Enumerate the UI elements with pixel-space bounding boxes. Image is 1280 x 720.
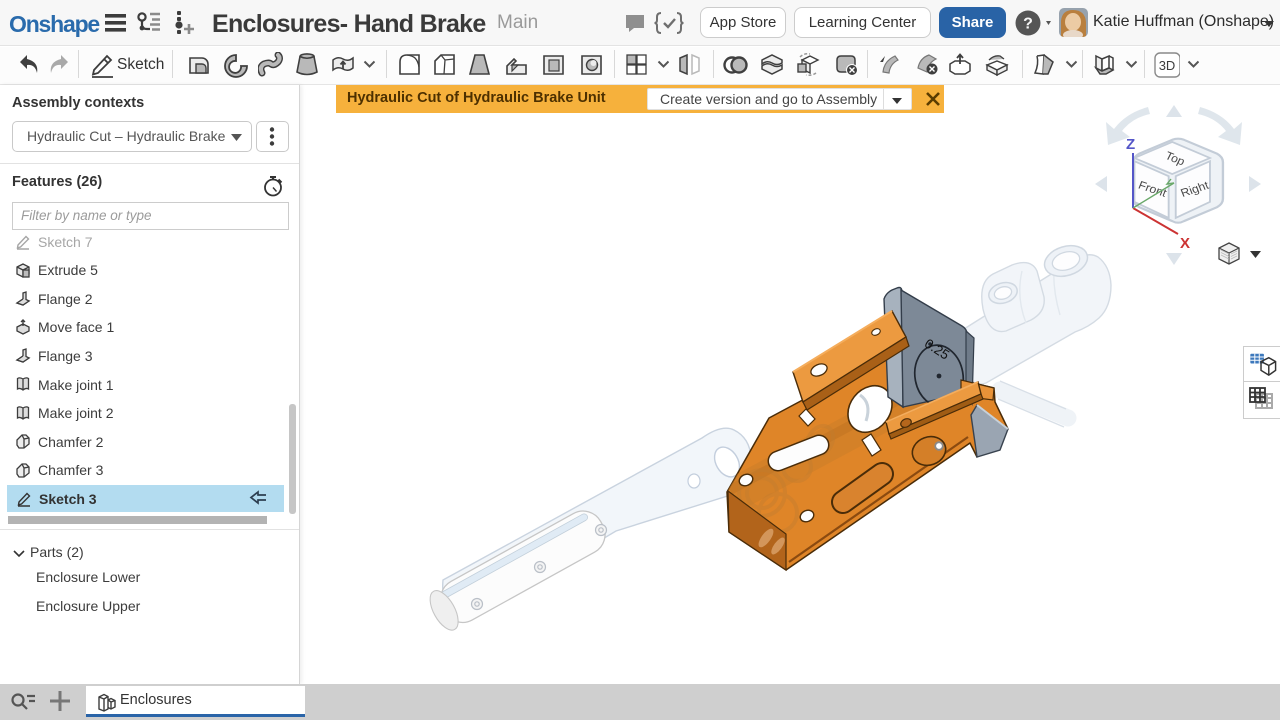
svg-text:3D: 3D bbox=[1159, 58, 1176, 73]
svg-text:?: ? bbox=[1023, 16, 1033, 33]
